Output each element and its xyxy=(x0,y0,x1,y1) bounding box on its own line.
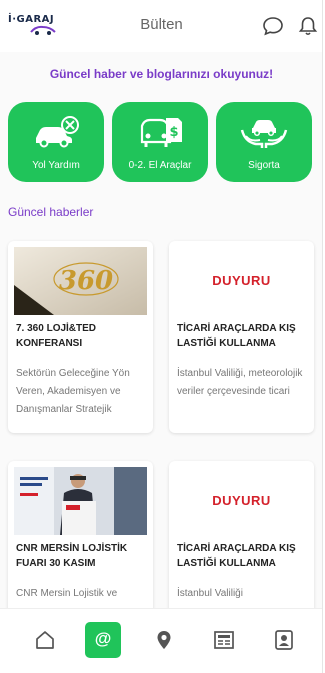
category-label: Sigorta xyxy=(248,160,280,171)
location-pin-icon[interactable] xyxy=(153,629,175,651)
category-yol-yardim[interactable]: Yol Yardım xyxy=(8,102,104,182)
news-description: İstanbul Valiliği xyxy=(177,588,243,599)
news-title: TİCARİ ARAÇLARDA KIŞ LASTİĞİ KULLANMA xyxy=(177,543,296,569)
news-description: CNR Mersin Lojistik ve xyxy=(16,588,118,599)
app-screen: İ·GARAJ Bülten Güncel haber ve blogların… xyxy=(0,0,323,673)
home-icon[interactable] xyxy=(34,629,56,651)
category-label: Yol Yardım xyxy=(32,160,80,171)
duyuru-image: DUYURU xyxy=(175,467,308,535)
chat-bubble-icon[interactable] xyxy=(262,15,284,37)
news-title: TİCARİ ARAÇLARDA KIŞ LASTİĞİ KULLANMA xyxy=(177,323,296,349)
car-price-tag-icon: $ xyxy=(140,118,182,147)
category-label: 0-2. El Araçlar xyxy=(128,160,192,171)
news-description: İstanbul Valiliği, meteorolojik veriler … xyxy=(177,368,303,397)
bell-icon[interactable] xyxy=(297,15,319,37)
duyuru-image: DUYURU xyxy=(175,247,308,315)
svg-text:$: $ xyxy=(169,125,178,140)
duyuru-text: DUYURU xyxy=(212,493,271,508)
news-card[interactable]: DUYURU TİCARİ ARAÇLARDA KIŞ LASTİĞİ KULL… xyxy=(169,461,314,621)
car-wrench-icon xyxy=(36,116,79,148)
news-title: CNR MERSİN LOJİSTİK FUARI 30 KASIM xyxy=(16,543,128,569)
duyuru-text: DUYURU xyxy=(212,273,271,288)
news-card[interactable]: 360 7. 360 LOJİ&TED KONFERANSI Sektörün … xyxy=(8,241,153,433)
at-sign-icon: @ xyxy=(94,629,112,648)
top-header: İ·GARAJ Bülten xyxy=(0,0,322,52)
category-sigorta[interactable]: Sigorta xyxy=(216,102,312,182)
intro-text: Güncel haber ve bloglarınızı okuyunuz! xyxy=(49,67,274,81)
news-title: 7. 360 LOJİ&TED KONFERANSI xyxy=(16,323,97,349)
newspaper-icon[interactable] xyxy=(213,629,235,651)
section-title: Güncel haberler xyxy=(8,205,94,219)
nav-at-button[interactable]: @ xyxy=(85,622,121,658)
speaker-podium-image xyxy=(14,467,147,535)
news-card[interactable]: DUYURU TİCARİ ARAÇLARDA KIŞ LASTİĞİ KULL… xyxy=(169,241,314,433)
bottom-nav: @ xyxy=(0,608,322,673)
category-row: Yol Yardım $ 0-2. El Araçlar Sigorta xyxy=(8,102,316,182)
news-description: Sektörün Geleceğine Yön Veren, Akademisy… xyxy=(16,368,130,415)
news-card[interactable]: CNR MERSİN LOJİSTİK FUARI 30 KASIM CNR M… xyxy=(8,461,153,621)
360-logo-image: 360 xyxy=(14,247,147,315)
hands-car-icon xyxy=(240,120,288,148)
id-badge-icon[interactable] xyxy=(273,629,295,651)
category-ikinci-el-araclar[interactable]: $ 0-2. El Araçlar xyxy=(112,102,208,182)
